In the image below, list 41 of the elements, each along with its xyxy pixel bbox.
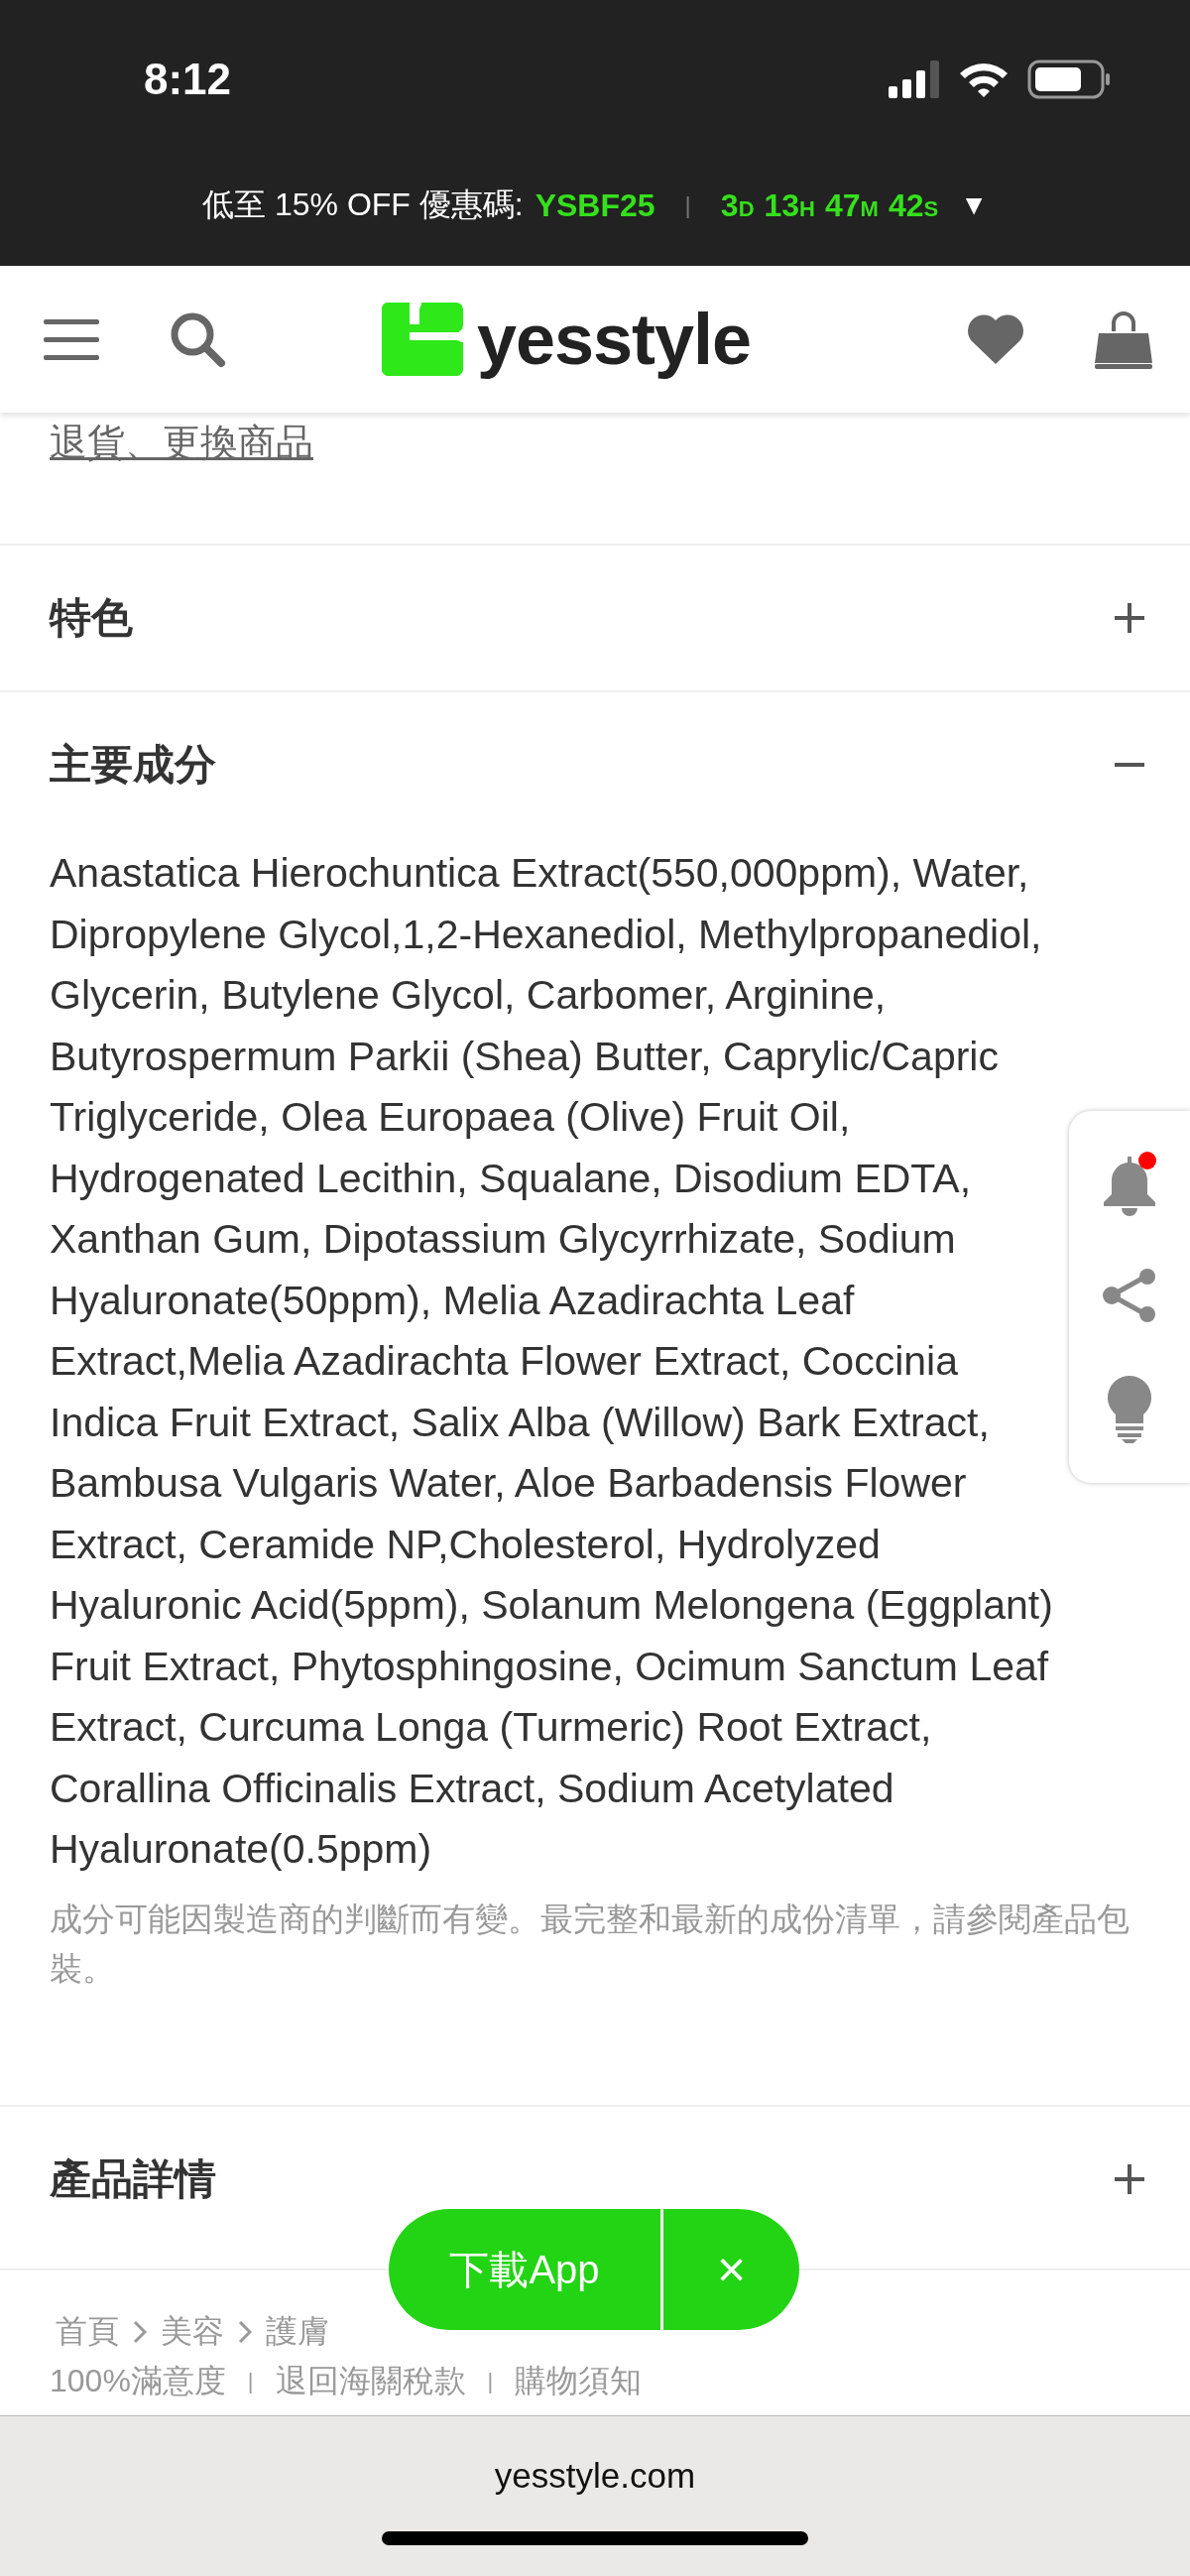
menu-icon[interactable] — [44, 317, 99, 361]
accordion-header[interactable]: 產品詳情 — [0, 2106, 1190, 2252]
section-title: 特色 — [50, 593, 133, 643]
dropdown-toggle[interactable]: ▼ — [960, 189, 988, 221]
battery-icon — [1027, 60, 1111, 99]
logo-icon — [381, 303, 463, 376]
logo-text[interactable]: yesstyle — [476, 299, 752, 380]
separator: | — [247, 2369, 254, 2394]
separator: | — [684, 191, 691, 219]
accordion-header[interactable]: 主要成分 — [0, 692, 1190, 837]
signal-icon — [889, 61, 940, 98]
countdown-timer: 3D 13H 47M 42S — [720, 186, 940, 224]
breadcrumb-link[interactable]: 美容 — [161, 2310, 224, 2354]
close-button[interactable]: × — [660, 2209, 799, 2330]
disclaimer-text: 成分可能因製造商的判斷而有變。最完整和最新的成份清單，請參閱產品包裝。 — [50, 1899, 1130, 1989]
breadcrumb-link[interactable]: 首頁 — [56, 2310, 119, 2354]
plus-icon[interactable] — [1115, 603, 1144, 633]
bell-icon[interactable] — [1102, 1151, 1157, 1217]
ingredients-text: Anastatica Hierochuntica Extract(550,000ppm), Water, Dipropylene Glycol,1,2-Hexanediol, Methylpropanediol, Glycerin, Butylene Glycol, Carbomer, Arginine, Butyrospermum Parkii (Shea) Butter, Caprylic/Capric Triglyceride, Olea Europaea (Olive) Fruit Oil, Hydrogenated Lecithin, Squalane, Disodium EDTA, Xanthan Gum, Dipotassium Glycyrrhizate, Sodium Hyaluronate(50ppm), Melia Azadirachta Leaf Extract,Melia Azadirachta Flower Extract, Coccinia Indica Fruit Extract, Salix Alba (Willow) Bark Extract, Bambusa Vulgaris Water, Aloe Barbadensis Flower Extract, Ceramide NP,Cholesterol, Hydrolyzed Hyaluronic Acid(5ppm), Solanum Melongena (Eggplant) Fruit Extract, Phytosphingosine, Ocimum Sanctum Leaf Extract, Curcuma Longa (Turmeric) Root Extract, Corallina Officinalis Extract, Sodium Acetylated Hyaluronate(0.5ppm) — [50, 849, 1054, 1874]
returns-link[interactable]: 退貨、更換商品 — [50, 421, 313, 464]
lightbulb-icon[interactable] — [1106, 1375, 1153, 1443]
shopping-bag-icon[interactable] — [1095, 309, 1152, 369]
plus-icon[interactable] — [1115, 2163, 1144, 2194]
footer-link[interactable]: 100%滿意度 — [50, 2360, 226, 2403]
url-text[interactable]: yesstyle.com — [494, 2456, 696, 2496]
footer-link[interactable]: 購物須知 — [515, 2360, 643, 2403]
breadcrumb-link[interactable]: 護膚 — [266, 2310, 329, 2354]
section-title: 主要成分 — [50, 740, 216, 790]
search-icon[interactable] — [169, 310, 226, 368]
section-title: 產品詳情 — [50, 2153, 216, 2204]
accordion-header[interactable]: 特色 — [0, 546, 1190, 690]
clock-time: 8:12 — [144, 55, 232, 104]
promo-text: 低至 15% OFF 優惠碼: — [202, 185, 524, 224]
promo-code: YSBF25 — [535, 186, 655, 224]
chevron-icon — [133, 2320, 147, 2344]
heart-icon[interactable] — [966, 312, 1025, 366]
chevron-icon — [238, 2320, 252, 2344]
separator: | — [487, 2369, 494, 2394]
wifi-icon — [958, 61, 1010, 98]
footer-link[interactable]: 退回海關稅款 — [275, 2360, 466, 2403]
share-icon[interactable] — [1102, 1268, 1157, 1324]
